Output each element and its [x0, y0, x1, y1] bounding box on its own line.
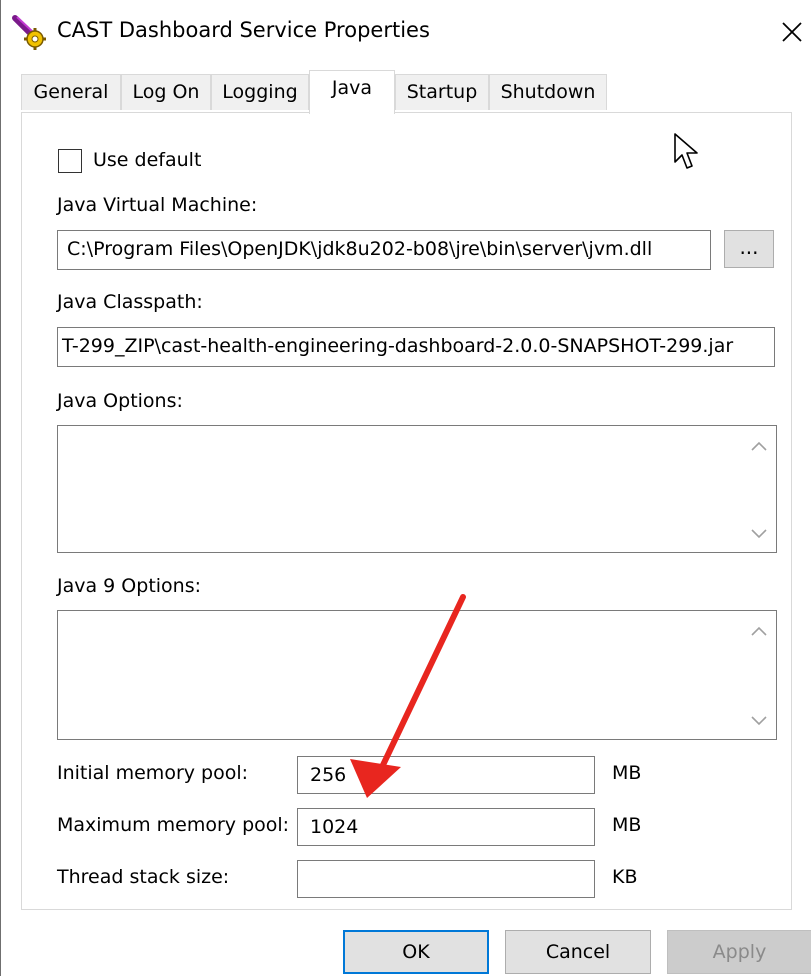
- close-icon[interactable]: [776, 16, 808, 48]
- thread-stack-unit: KB: [612, 866, 638, 888]
- use-default-checkbox[interactable]: [58, 149, 82, 173]
- java9-options-label: Java 9 Options:: [57, 575, 202, 597]
- apply-button[interactable]: Apply: [667, 930, 811, 974]
- tab-logging[interactable]: Logging: [211, 74, 309, 110]
- classpath-label: Java Classpath:: [57, 291, 203, 313]
- thread-stack-input[interactable]: [297, 860, 595, 898]
- window-title: CAST Dashboard Service Properties: [57, 18, 430, 42]
- tab-log-on[interactable]: Log On: [121, 74, 211, 110]
- max-memory-label: Maximum memory pool:: [57, 814, 290, 836]
- use-default-label: Use default: [93, 149, 202, 171]
- java-options-textarea[interactable]: [57, 425, 777, 553]
- tab-startup[interactable]: Startup: [395, 74, 489, 110]
- cancel-button[interactable]: Cancel: [505, 930, 651, 974]
- max-memory-unit: MB: [612, 814, 642, 836]
- scroll-down-icon[interactable]: [748, 522, 770, 544]
- thread-stack-label: Thread stack size:: [57, 866, 230, 888]
- ok-button[interactable]: OK: [343, 930, 489, 974]
- scroll-down-icon[interactable]: [748, 709, 770, 731]
- java9-options-textarea[interactable]: [57, 610, 777, 740]
- initial-memory-label: Initial memory pool:: [57, 762, 249, 784]
- properties-window: CAST Dashboard Service Properties Genera…: [0, 0, 811, 976]
- tab-general[interactable]: General: [21, 74, 121, 110]
- classpath-input[interactable]: T-299_ZIP\cast-health-engineering-dashbo…: [57, 327, 775, 367]
- service-app-icon: [12, 15, 46, 50]
- jvm-label: Java Virtual Machine:: [57, 194, 258, 216]
- scroll-up-icon[interactable]: [748, 436, 770, 458]
- java-options-scrollbar[interactable]: [742, 426, 776, 552]
- jvm-path-input[interactable]: C:\Program Files\OpenJDK\jdk8u202-b08\jr…: [57, 230, 711, 270]
- tab-shutdown[interactable]: Shutdown: [489, 74, 607, 110]
- initial-memory-unit: MB: [612, 762, 642, 784]
- tab-strip: General Log On Logging Java Startup Shut…: [1, 64, 811, 114]
- title-bar[interactable]: CAST Dashboard Service Properties: [1, 0, 811, 64]
- max-memory-input[interactable]: 1024: [297, 808, 595, 846]
- mouse-pointer-icon: [674, 133, 698, 169]
- java-options-label: Java Options:: [57, 390, 183, 412]
- browse-jvm-button[interactable]: ...: [724, 230, 774, 268]
- scroll-up-icon[interactable]: [748, 621, 770, 643]
- tab-java[interactable]: Java: [309, 70, 395, 114]
- initial-memory-input[interactable]: 256: [297, 756, 595, 794]
- java9-options-scrollbar[interactable]: [742, 611, 776, 739]
